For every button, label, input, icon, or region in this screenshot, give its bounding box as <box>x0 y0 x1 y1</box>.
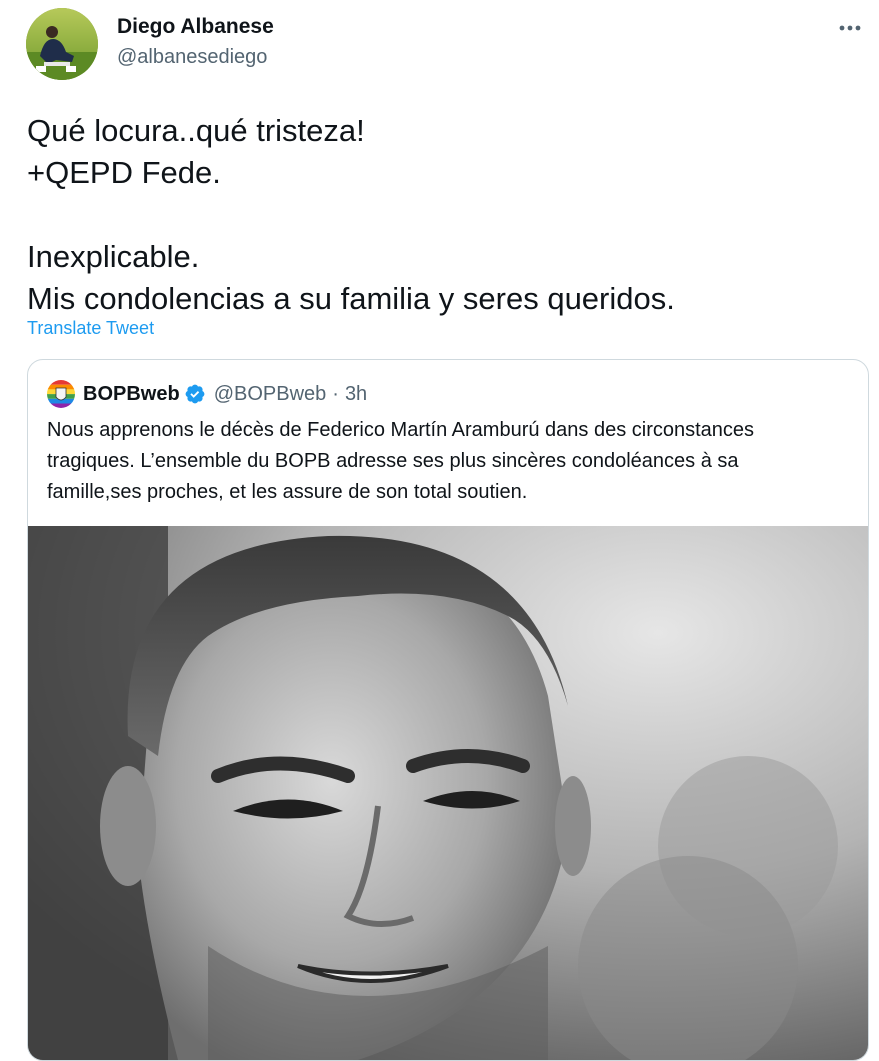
tweet-text-line: +QEPD Fede. <box>27 155 221 190</box>
quoted-text-line: famille,ses proches, et les assure de so… <box>47 481 528 503</box>
quoted-text-line: Nous apprenons le décès de Federico Mart… <box>47 419 755 441</box>
author-handle[interactable]: @albanesediego <box>117 46 267 69</box>
quoted-author-avatar[interactable] <box>47 380 75 408</box>
quoted-tweet-card[interactable]: BOPBweb @BOPBweb · 3h Nous apprenons le … <box>27 359 869 1061</box>
quoted-author-name[interactable]: BOPBweb <box>83 383 180 406</box>
separator-dot: · <box>332 382 339 405</box>
ellipsis-icon <box>839 25 861 31</box>
author-name[interactable]: Diego Albanese <box>117 15 274 39</box>
tweet: Diego Albanese @albanesediego Qué locura… <box>0 0 879 1061</box>
tweet-text-line: Inexplicable. <box>27 239 200 274</box>
translate-tweet-link[interactable]: Translate Tweet <box>27 318 154 339</box>
quoted-timestamp[interactable]: 3h <box>345 383 367 406</box>
quoted-tweet-header: BOPBweb @BOPBweb · 3h <box>47 379 367 409</box>
more-options-button[interactable] <box>835 13 865 43</box>
quoted-tweet-text: Nous apprenons le décès de Federico Mart… <box>47 415 847 508</box>
quoted-text-line: tragiques. L’ensemble du BOPB adresse se… <box>47 450 739 472</box>
tweet-text-line <box>27 194 857 236</box>
quoted-tweet-photo[interactable] <box>28 526 868 1060</box>
quoted-author-handle[interactable]: @BOPBweb <box>214 383 327 406</box>
tweet-text-line: Mis condolencias a su familia y seres qu… <box>27 281 675 316</box>
author-avatar[interactable] <box>26 8 98 80</box>
tweet-text-line: Qué locura..qué tristeza! <box>27 113 365 148</box>
tweet-text: Qué locura..qué tristeza! +QEPD Fede. In… <box>27 110 857 320</box>
verified-badge-icon <box>185 384 205 404</box>
